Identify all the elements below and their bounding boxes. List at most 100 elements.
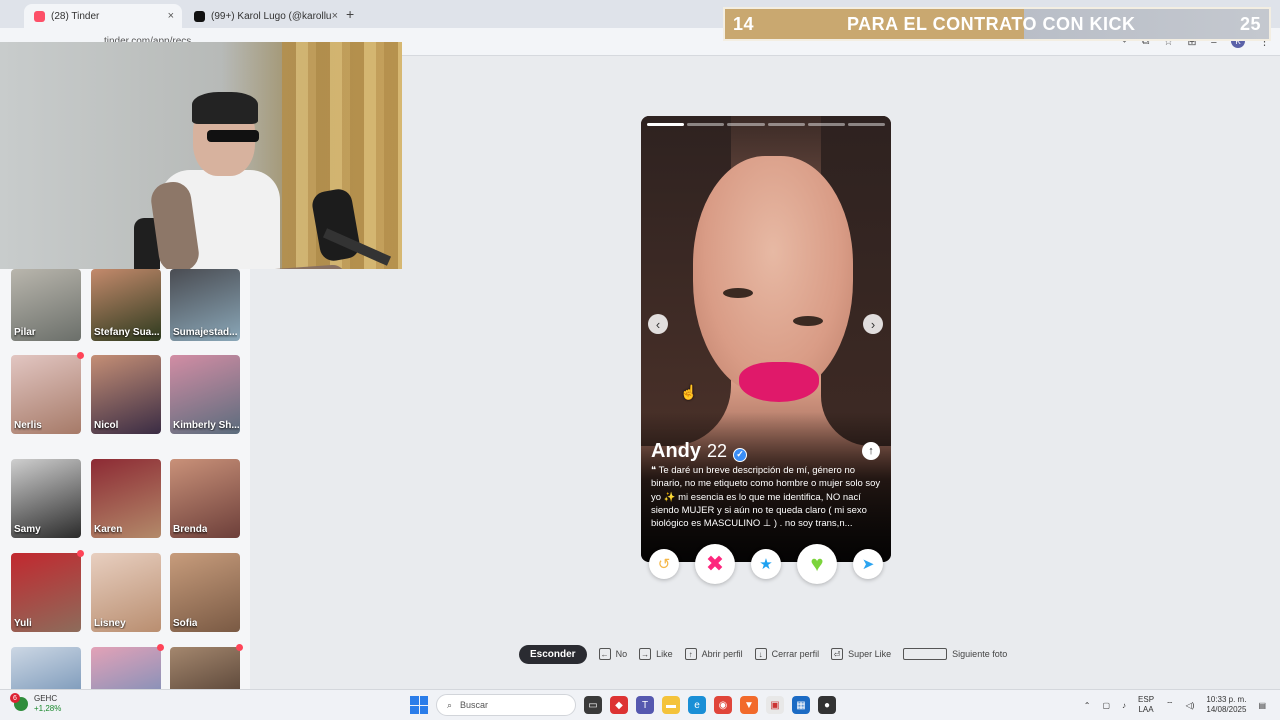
prev-photo-button[interactable]: ‹ xyxy=(648,314,668,334)
sunglasses xyxy=(207,130,259,142)
streamer-hair xyxy=(192,92,258,124)
hint-label: Siguiente foto xyxy=(952,649,1008,659)
photo-eye xyxy=(723,288,753,298)
windows-start-icon[interactable] xyxy=(410,696,428,714)
photo-progress-segment xyxy=(727,123,765,126)
match-thumbnail[interactable]: Yuli xyxy=(11,553,81,632)
hint-label: Like xyxy=(656,649,673,659)
match-thumbnail[interactable]: Samy xyxy=(11,459,81,538)
tab-tiktok[interactable]: (99+) Karol Lugo (@karollugo8... × xyxy=(184,4,346,28)
clock[interactable]: 10:33 p. m. 14/08/2025 xyxy=(1206,695,1246,715)
task-view-icon[interactable]: ▭ xyxy=(584,696,602,714)
photo-progress-segment xyxy=(647,123,685,126)
action-bar: ↺ ✖ ★ ♥ ➤ xyxy=(641,540,891,588)
match-name: Pilar xyxy=(14,327,36,338)
close-icon[interactable]: × xyxy=(168,10,174,22)
nope-button[interactable]: ✖ xyxy=(695,544,735,584)
teams-icon[interactable]: T xyxy=(636,696,654,714)
volume-icon[interactable]: ◁) xyxy=(1186,701,1195,710)
profile-name: Andy xyxy=(651,440,701,462)
next-photo-button[interactable]: › xyxy=(863,314,883,334)
super-like-icon: ★ xyxy=(759,556,773,573)
match-name: Lisney xyxy=(94,618,126,629)
tray-mic-icon[interactable]: ♪ xyxy=(1122,701,1126,710)
close-icon[interactable]: × xyxy=(332,10,338,22)
match-thumbnail[interactable]: Nerlis xyxy=(11,355,81,434)
photo-progress xyxy=(647,123,886,126)
tab-label: (99+) Karol Lugo (@karollugo8... xyxy=(211,10,331,22)
brave-icon[interactable]: ▼ xyxy=(740,696,758,714)
edge-icon[interactable]: e xyxy=(688,696,706,714)
hint-next-photo: Siguiente foto xyxy=(903,648,1007,660)
match-thumbnail[interactable] xyxy=(170,647,240,689)
language-indicator[interactable]: ESP LAA xyxy=(1138,695,1154,715)
obs-icon[interactable]: ● xyxy=(818,696,836,714)
like-icon: ♥ xyxy=(810,551,824,576)
arrow-down-key-icon: ↓ xyxy=(754,648,767,660)
notification-badge: 6 xyxy=(10,693,20,703)
arrow-left-key-icon: ← xyxy=(598,648,611,660)
verified-badge-icon: ✓ xyxy=(733,447,748,462)
match-thumbnail[interactable]: Kimberly Sh... xyxy=(170,355,240,434)
file-explorer-icon[interactable]: ▬ xyxy=(662,696,680,714)
hint-super-like: ⏎ Super Like xyxy=(831,648,891,660)
profile-bio: ❝ Te daré un breve descripción de mí, gé… xyxy=(651,465,881,530)
match-thumbnail[interactable] xyxy=(11,647,81,689)
app-red-icon[interactable]: ◆ xyxy=(610,696,628,714)
arrow-up-key-icon: ↑ xyxy=(684,648,697,660)
match-thumbnail[interactable]: Brenda xyxy=(170,459,240,538)
profile-age: 22 xyxy=(707,441,728,461)
match-thumbnail[interactable]: Stefany Sua... xyxy=(91,269,161,341)
wifi-icon[interactable]: ⌔ xyxy=(1166,700,1174,710)
rewind-button[interactable]: ↺ xyxy=(649,549,679,579)
photo-progress-segment xyxy=(767,123,805,126)
taskbar-stock-widget[interactable]: 6 GEHC +1,28% xyxy=(10,693,61,714)
match-thumbnail[interactable]: Pilar xyxy=(11,269,81,341)
app-icon[interactable]: ▣ xyxy=(766,696,784,714)
chevron-up-icon[interactable]: ⌃ xyxy=(1084,701,1091,710)
like-button[interactable]: ♥ xyxy=(797,544,837,584)
stock-title: GEHC xyxy=(34,694,58,703)
goal-current: 14 xyxy=(733,13,755,34)
profile-card[interactable]: ‹ › Andy 22 ✓ ↑ ❝ Te daré un breve descr… xyxy=(641,116,891,562)
taskbar-search[interactable]: ⌕ Buscar xyxy=(436,694,576,716)
match-thumbnail[interactable]: Nicol xyxy=(91,355,161,434)
webcam-overlay xyxy=(0,42,402,269)
photo-eye xyxy=(793,316,823,326)
match-thumbnail[interactable]: Sofia xyxy=(170,553,240,632)
photo-lips xyxy=(739,362,819,402)
search-icon: ⌕ xyxy=(447,699,453,710)
match-thumbnail[interactable]: Karen xyxy=(91,459,161,538)
mouse-cursor-icon: ☝ xyxy=(680,384,698,400)
tab-tinder[interactable]: (28) Tinder × xyxy=(24,4,182,28)
tab-label: (28) Tinder xyxy=(51,10,100,22)
hint-label: Abrir perfil xyxy=(701,649,743,659)
stock-icon: 6 xyxy=(10,693,28,711)
new-match-dot xyxy=(77,352,84,359)
match-name: Kimberly Sh... xyxy=(173,420,239,431)
hint-like: → Like xyxy=(639,648,673,660)
boost-icon: ➤ xyxy=(861,556,875,573)
open-profile-button[interactable]: ↑ xyxy=(862,442,880,460)
super-like-button[interactable]: ★ xyxy=(751,549,781,579)
hide-shortcuts-button[interactable]: Esconder xyxy=(519,644,587,664)
goal-target: 25 xyxy=(1239,13,1261,34)
time: 10:33 p. m. xyxy=(1206,695,1247,704)
goal-text: PARA EL CONTRATO CON KICK xyxy=(847,13,1136,34)
store-icon[interactable]: ▦ xyxy=(792,696,810,714)
new-match-dot xyxy=(77,550,84,557)
new-tab-button[interactable]: + xyxy=(346,6,354,22)
taskbar: 6 GEHC +1,28% ⌕ Buscar ▭ ◆ T ▬ e ◉ ▼ ▣ ▦ … xyxy=(0,689,1280,720)
matches-grid: Pilar Stefany Sua... Sumajestad... Nerlis Ni… xyxy=(0,269,250,689)
tray-app-icon[interactable]: ▢ xyxy=(1102,701,1110,710)
boost-button[interactable]: ➤ xyxy=(853,549,883,579)
match-thumbnail[interactable]: Sumajestad... xyxy=(170,269,240,341)
tiktok-favicon-icon xyxy=(194,10,205,22)
notifications-icon[interactable]: ▤ xyxy=(1258,701,1266,710)
chrome-icon[interactable]: ◉ xyxy=(714,696,732,714)
match-thumbnail[interactable] xyxy=(91,647,161,689)
match-name: Yuli xyxy=(14,618,32,629)
match-thumbnail[interactable]: Lisney xyxy=(91,553,161,632)
match-name: Nicol xyxy=(94,420,119,431)
layout-code: LAA xyxy=(1138,705,1154,714)
